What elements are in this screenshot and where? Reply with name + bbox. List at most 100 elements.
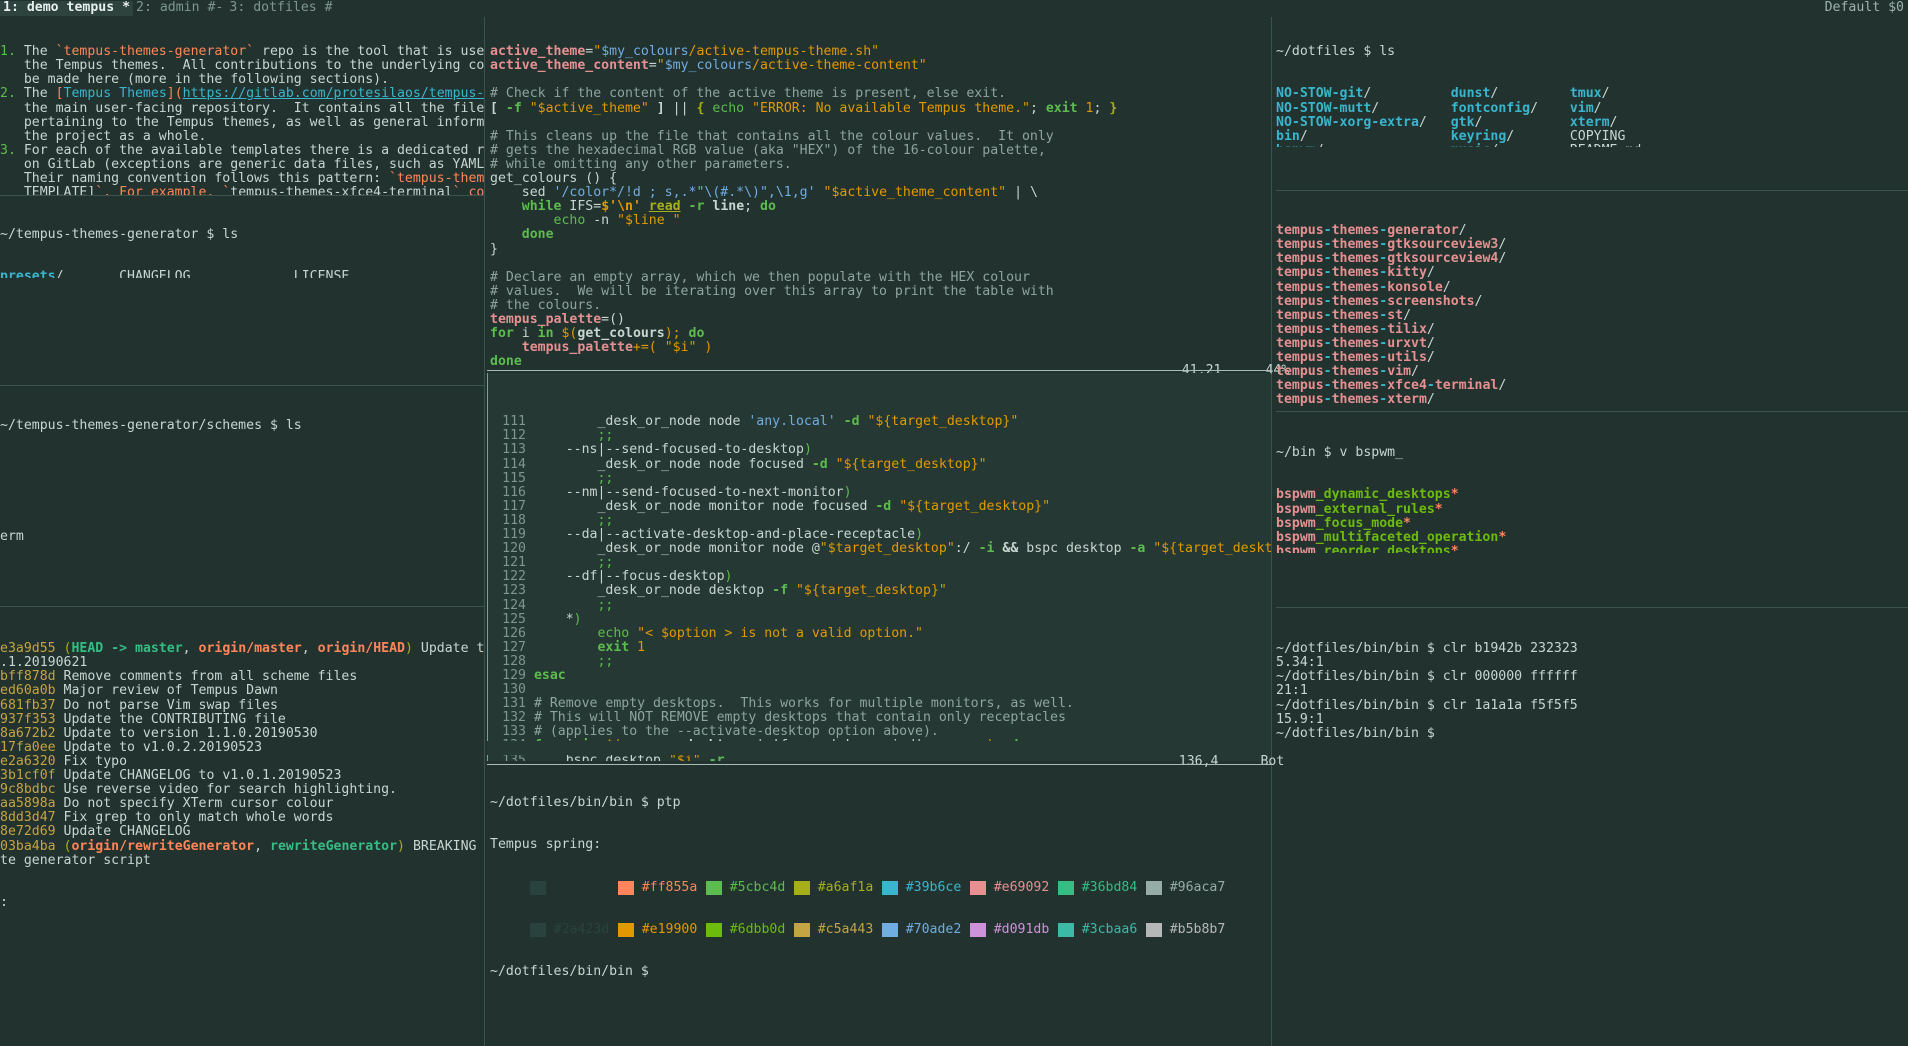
- pane-ls-tempus-repos[interactable]: tempus-themes-generator/tempus-themes-gt…: [1276, 196, 1908, 408]
- shell-code-line: # Declare an empty array, which we then …: [490, 270, 1271, 285]
- code-token: i: [521, 326, 538, 342]
- code-token: -r: [680, 199, 713, 215]
- repo-name-part: xterm: [1387, 392, 1427, 408]
- bspwm-code-line: 127 exit 1: [490, 640, 1271, 655]
- code-token: ): [724, 569, 733, 585]
- git-commit-hash: ed60a0b: [0, 683, 56, 699]
- readme-line: 3. For each of the available templates t…: [0, 142, 484, 158]
- palette-swatch: [881, 923, 898, 938]
- code-token: [: [55, 86, 64, 102]
- repo-name-part: -: [1323, 279, 1332, 295]
- git-commit-hash: bff878d: [0, 669, 56, 685]
- code-token: IFS: [569, 199, 594, 215]
- tmux-status-right: Default $0: [1824, 0, 1904, 16]
- repo-name-part: -: [1379, 350, 1388, 366]
- readme-list-number: 2.: [0, 86, 16, 102]
- dotfiles-row: NO-STOW-mutt/ fontconfig/ vim/: [1276, 101, 1908, 116]
- bspwm-code-line: 121 ;;: [490, 556, 1271, 570]
- pane-separator-right[interactable]: [1271, 17, 1272, 1046]
- dotfiles-entry: tmux: [1569, 86, 1602, 102]
- pane-ls-templates[interactable]: erm gtksourceview4 konsole shell-variabl…: [0, 502, 484, 564]
- bspwm-code-line: 128 ;;: [490, 654, 1271, 669]
- pane-git-log[interactable]: e3a9d55 (HEAD -> master, origin/master, …: [0, 614, 484, 1046]
- pane-contrast-ratios[interactable]: ~/dotfiles/bin/bin $ clr b1942b 232323 5.…: [1276, 614, 1908, 1046]
- readme-link-url[interactable]: https://gitlab.com/protesilaos/tempus-th…: [183, 86, 484, 101]
- line-number: 122: [502, 569, 526, 585]
- palette-swatch: [705, 923, 722, 938]
- pane-ls-schemes[interactable]: ~/tempus-themes-generator/schemes $ ls a…: [0, 391, 484, 453]
- palette-hex-label: #d091db: [993, 922, 1050, 938]
- right-sep-1: [1276, 190, 1908, 191]
- left-sep-2: [0, 385, 484, 386]
- tmux-window-3[interactable]: 3: dotfiles #: [226, 1, 335, 15]
- palette-hex-label: #3cbaa6: [1081, 922, 1138, 938]
- code-token: # gets the hexadecimal RGB value (aka "H…: [490, 142, 1046, 158]
- git-commit-message: Remove comments from all scheme files: [63, 669, 358, 685]
- git-ref: HEAD -> master: [71, 641, 183, 657]
- palette-indent: [490, 923, 530, 937]
- palette-swatch: [1057, 880, 1074, 895]
- code-token: active_theme_content: [490, 58, 649, 74]
- shell-code-line: while IFS=$'\n' read -r line; do: [490, 200, 1271, 214]
- code-token: "${target_desktop}": [867, 414, 1019, 430]
- git-log-entry: 3b1cf0f Update CHANGELOG to v1.0.1.20190…: [0, 768, 484, 784]
- ls-templates-line1: erm: [0, 529, 24, 545]
- vim-split-separator-top: [487, 370, 1271, 371]
- pane-readme-vim[interactable]: 1. The `tempus-themes-generator` repo is…: [0, 17, 484, 195]
- shell-code-line: tempus_palette=(): [490, 312, 1271, 327]
- tmux-window-2[interactable]: 2: admin #-: [133, 1, 226, 15]
- tmux-window-1[interactable]: 1: demo tempus *: [0, 1, 134, 16]
- git-commit-message: Update CHANGELOG to v1.0.1.20190523: [63, 768, 342, 784]
- ls-entry: LICENSE: [293, 269, 350, 278]
- git-log-entry: aa5898a Do not specify XTerm cursor colo…: [0, 797, 484, 811]
- line-number: 129: [502, 667, 526, 683]
- palette-swatch: [1145, 923, 1162, 938]
- palette-swatch-background: [529, 923, 546, 938]
- code-token: -a: [1129, 541, 1154, 557]
- git-pager-prompt[interactable]: :: [0, 895, 8, 910]
- repo-name-part: -: [1323, 321, 1332, 337]
- code-token: :/: [954, 541, 979, 557]
- dotfiles-row: NO-STOW-xorg-extra/ gtk/ xterm/: [1276, 115, 1908, 130]
- repo-name-part: tempus: [1276, 392, 1324, 408]
- readme-list-number: 3.: [0, 142, 16, 158]
- code-token: ](: [166, 86, 183, 102]
- pane-vim-bspwm-script[interactable]: 111 _desk_or_node node 'any.local' -d "$…: [487, 373, 1271, 761]
- pane-ptp-palette[interactable]: ~/dotfiles/bin/bin $ ptp Tempus spring: …: [490, 768, 1271, 1046]
- dotfiles-entry: dunst: [1450, 86, 1491, 102]
- git-ref: origin/HEAD: [317, 641, 405, 657]
- repo-name-part: -: [1379, 265, 1388, 281]
- clr-prompt: ~/dotfiles/bin/bin $: [1276, 726, 1908, 741]
- bspwm-suffix: _reorder_desktops: [1315, 543, 1451, 553]
- repo-name-part: -: [1379, 364, 1388, 380]
- line-number: 131: [502, 696, 526, 712]
- readme-code: `tempus-themes-generator`: [55, 44, 255, 60]
- code-token: "${target_desktop}": [795, 583, 947, 599]
- pane-ls-generator[interactable]: ~/tempus-themes-generator $ ls presets/ …: [0, 200, 484, 278]
- repo-name-part: themes: [1331, 293, 1380, 309]
- bspwm-prompt1: ~/bin $ v bspwm_: [1276, 445, 1404, 461]
- pane-ls-dotfiles[interactable]: ~/dotfiles $ ls NO-STOW-git / dunst / tmux…: [1276, 17, 1908, 147]
- pane-ls-bspwm-scripts[interactable]: ~/bin $ v bspwm_ bspwm_dynamic_desktops*…: [1276, 418, 1908, 553]
- pane-vim-colours-script[interactable]: active_theme="$my_colours/active-tempus-…: [490, 17, 1271, 367]
- git-commit-message: Fix grep to only match whole words: [63, 810, 334, 826]
- shell-code-line: [ -f "$active_theme" ] || { echo "ERROR:…: [490, 100, 1271, 116]
- code-token: -f: [772, 583, 796, 599]
- palette-hex-label: #c5a443: [817, 922, 874, 938]
- code-token: "${target_desktop}": [835, 456, 987, 472]
- pane-separator-left[interactable]: [484, 17, 485, 1046]
- code-token: echo: [712, 100, 753, 116]
- git-commit-message: Update CHANGELOG: [63, 824, 191, 840]
- code-token: For each of the available templates ther…: [23, 142, 484, 158]
- palette-hex-label: #36bd84: [1081, 879, 1138, 895]
